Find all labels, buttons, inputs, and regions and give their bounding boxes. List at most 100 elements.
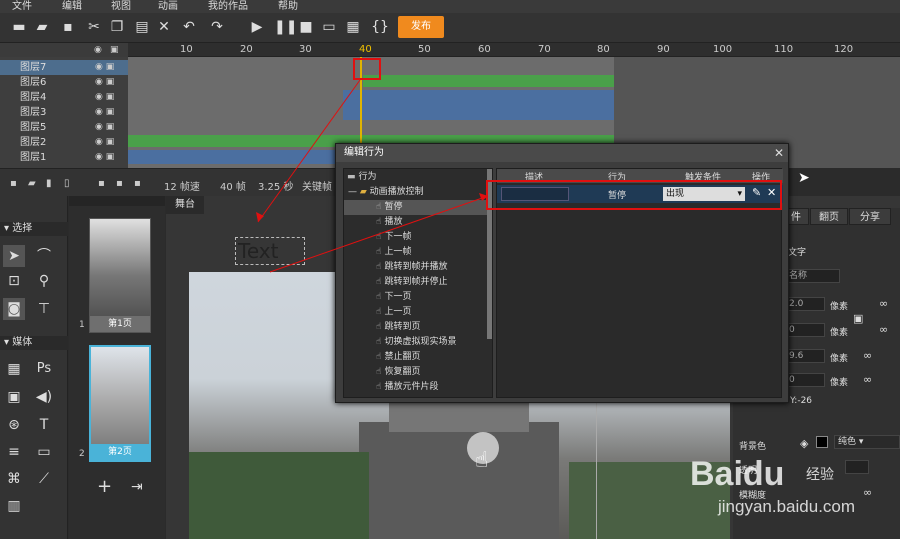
link-icon[interactable]: ∞ [863, 349, 872, 362]
eye-lock-icon[interactable]: ◉ ▣ [95, 105, 114, 120]
name-field[interactable]: 名称 [785, 269, 840, 283]
paragraph-icon[interactable]: ≡ [3, 441, 25, 463]
code-icon[interactable]: ⌘ [3, 468, 25, 490]
trash-icon[interactable]: ▮ [46, 178, 52, 189]
eye-lock-icon[interactable]: ◉ ▣ [95, 135, 114, 150]
tree-item-selected[interactable]: ☝ 暂停 [344, 200, 492, 215]
copy-icon[interactable]: ❐ [108, 18, 126, 36]
layer-row[interactable]: 图层6 ◉ ▣ [0, 75, 128, 90]
track-bar[interactable] [343, 90, 614, 120]
height-field[interactable]: 0 [785, 373, 825, 387]
layer-row[interactable]: 图层1 ◉ ▣ [0, 150, 128, 165]
tree-item[interactable]: ☝ 上一帧 [376, 245, 412, 260]
new-file-icon[interactable]: ▬ [10, 18, 28, 36]
copy-frame-icon[interactable]: ▪ [116, 178, 123, 189]
preview-icon[interactable]: ▭ [320, 18, 338, 36]
layer-row[interactable]: 图层4 ◉ ▣ [0, 90, 128, 105]
paint-bucket-icon[interactable]: ◈ [800, 437, 808, 450]
barcode-icon[interactable]: ▥ [3, 495, 25, 517]
padlock-icon[interactable]: ▣ [853, 312, 863, 325]
x-field[interactable]: 2.0 [785, 297, 825, 311]
menu-file[interactable]: 文件 [12, 0, 32, 13]
opacity-field[interactable] [845, 460, 869, 474]
menu-edit[interactable]: 编辑 [62, 0, 82, 13]
stop-icon[interactable]: ■ [297, 18, 315, 36]
publish-button[interactable]: 发布 [398, 16, 444, 38]
tree-root[interactable]: ▬ 行为 [347, 170, 377, 185]
tree-item[interactable]: ☝ 播放元件片段 [376, 380, 439, 395]
eye-lock-icon[interactable]: ◉ ▣ [95, 120, 114, 135]
tree-item[interactable]: ☝ 上一页 [376, 305, 412, 320]
image-icon[interactable]: ▣ [3, 386, 25, 408]
play-icon[interactable]: ▶ [248, 18, 266, 36]
tree-item[interactable]: ☝ 跳转到帧并播放 [376, 260, 448, 275]
zoom-tool-icon[interactable]: ⚲ [33, 270, 55, 292]
eye-lock-icon[interactable]: ◉ ▣ [95, 150, 114, 165]
layer-row[interactable]: 图层5 ◉ ▣ [0, 120, 128, 135]
save-icon[interactable]: ▪ [59, 18, 77, 36]
eye-lock-icon[interactable]: ◉ ▣ [95, 90, 114, 105]
grid-widget-icon[interactable]: ▦ [3, 358, 25, 380]
pointer-tool-icon[interactable]: ➤ [3, 245, 25, 267]
paste-icon[interactable]: ▤ [133, 18, 151, 36]
undo-icon[interactable]: ↶ [180, 18, 198, 36]
add-layer-icon[interactable]: ▪ [10, 178, 17, 189]
tab-stage[interactable]: 舞台 [166, 196, 204, 214]
tree-item[interactable]: ☝ 禁止翻页 [376, 350, 421, 365]
tree-item[interactable]: ☝ 恢复翻页 [376, 365, 421, 380]
link-icon[interactable]: ∞ [863, 373, 872, 386]
video-icon[interactable]: ⊛ [3, 414, 25, 436]
menu-my-works[interactable]: 我的作品 [208, 0, 248, 13]
tab-page-flip[interactable]: 翻页 [810, 208, 848, 225]
text-tool-icon[interactable]: T [33, 414, 55, 436]
mask-tool-icon[interactable]: ◙ [3, 298, 25, 320]
page-thumbnail-1[interactable]: 第1页 [89, 218, 151, 333]
folder-icon[interactable]: ▰ [28, 178, 36, 189]
text-element[interactable]: Text [235, 237, 305, 265]
link-icon[interactable]: ∞ [879, 297, 888, 310]
layer-row-selected[interactable]: 图层7 ◉ ▣ [0, 60, 128, 75]
keyframe-icon[interactable]: ▪ [98, 178, 105, 189]
lasso-tool-icon[interactable]: ⌒ [33, 245, 55, 267]
transform-tool-icon[interactable]: ⊡ [3, 270, 25, 292]
page-thumbnail-2[interactable]: 第2页 [89, 345, 151, 462]
menu-view[interactable]: 视图 [111, 0, 131, 13]
media-section-header[interactable]: ▾ 媒体 [0, 336, 68, 350]
menu-help[interactable]: 帮助 [278, 0, 298, 13]
cut-icon[interactable]: ✂ [85, 18, 103, 36]
audio-icon[interactable]: ◀) [33, 386, 55, 408]
photoshop-icon[interactable]: Ps [33, 358, 55, 380]
layer-row[interactable]: 图层2 ◉ ▣ [0, 135, 128, 150]
redo-icon[interactable]: ↷ [208, 18, 226, 36]
tree-item[interactable]: ☝ 跳转到帧并停止 [376, 275, 448, 290]
delete-icon[interactable]: ✕ [155, 18, 173, 36]
color-swatch[interactable] [816, 436, 828, 448]
paste-frame-icon[interactable]: ▪ [134, 178, 141, 189]
tree-folder[interactable]: — ▰ 动画播放控制 [348, 185, 424, 200]
tree-item[interactable]: ☝ 播放 [376, 215, 403, 230]
y-field[interactable]: 0 [785, 323, 825, 337]
tree-item[interactable]: ☝ 跳转到页 [376, 320, 421, 335]
eye-lock-icon[interactable]: ◉ ▣ [95, 75, 114, 90]
tree-item[interactable]: ☝ 下一页 [376, 290, 412, 305]
bg-type-select[interactable]: 纯色 ▾ [834, 435, 900, 449]
link-icon[interactable]: ∞ [879, 323, 888, 336]
frame-icon[interactable]: ▭ [33, 441, 55, 463]
add-page-button[interactable]: + [97, 476, 112, 497]
tab-share[interactable]: 分享 [849, 208, 891, 225]
import-page-icon[interactable]: ⇥ [131, 479, 143, 495]
width-field[interactable]: 9.6 [785, 349, 825, 363]
chart-icon[interactable]: ⟋ [33, 468, 55, 490]
script-icon[interactable]: {} [371, 18, 389, 36]
menu-animation[interactable]: 动画 [158, 0, 178, 13]
layer-row[interactable]: 图层3 ◉ ▣ [0, 105, 128, 120]
open-folder-icon[interactable]: ▰ [33, 18, 51, 36]
eye-lock-icon[interactable]: ◉ ▣ [95, 60, 114, 75]
delete-frame-icon[interactable]: ▯ [64, 178, 70, 189]
link-icon[interactable]: ∞ [863, 486, 872, 499]
tree-item[interactable]: ☝ 切换虚拟现实场景 [376, 335, 457, 350]
qrcode-icon[interactable]: ▦ [344, 18, 362, 36]
guide-tool-icon[interactable]: ⊤ [33, 298, 55, 320]
tree-item[interactable]: ☝ 下一帧 [376, 230, 412, 245]
pause-icon[interactable]: ❚❚ [274, 18, 297, 36]
